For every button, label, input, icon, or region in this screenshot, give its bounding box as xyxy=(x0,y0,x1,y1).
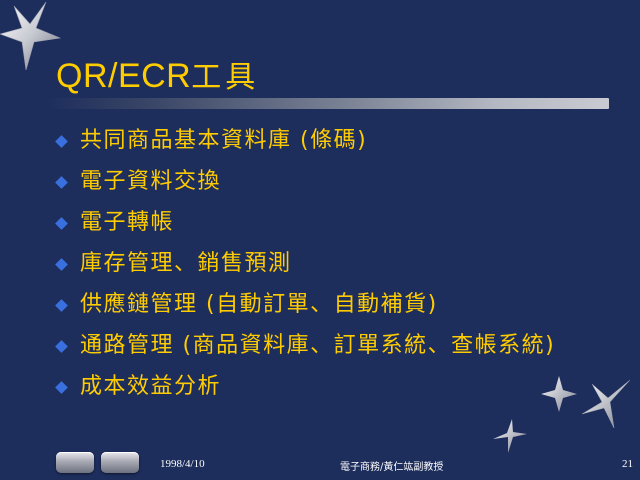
star-icon xyxy=(493,419,527,453)
slide-title: QR/ECR工具 xyxy=(56,52,259,96)
diamond-bullet-icon xyxy=(55,176,68,189)
bullet-text: 通路管理 (商品資料庫、訂單系統、查帳系統) xyxy=(80,333,556,358)
slide-number: 21 xyxy=(622,458,633,470)
bullet-text: 電子資料交換 xyxy=(80,169,222,194)
bullet-item: 庫存管理、銷售預測 xyxy=(54,249,614,279)
slide: QR/ECR工具 共同商品基本資料庫 (條碼) 電子資料交換 電子轉帳 庫存管理… xyxy=(0,0,640,480)
diamond-bullet-icon xyxy=(55,381,68,394)
bullet-list: 共同商品基本資料庫 (條碼) 電子資料交換 電子轉帳 庫存管理、銷售預測 供應鏈… xyxy=(54,126,614,413)
bullet-text: 庫存管理、銷售預測 xyxy=(80,251,292,276)
title-cjk: 工具 xyxy=(191,60,260,95)
footer-date: 1998/4/10 xyxy=(160,458,205,470)
bullet-item: 成本效益分析 xyxy=(54,372,614,402)
bullet-text: 共同商品基本資料庫 (條碼) xyxy=(80,128,368,153)
title-divider xyxy=(43,98,609,109)
bullet-item: 電子轉帳 xyxy=(54,208,614,238)
star-icon xyxy=(0,1,62,71)
bullet-item: 通路管理 (商品資料庫、訂單系統、查帳系統) xyxy=(54,331,590,361)
bullet-text: 供應鏈管理 (自動訂單、自動補貨) xyxy=(80,292,438,317)
diamond-bullet-icon xyxy=(55,135,68,148)
bullet-text: 成本效益分析 xyxy=(80,374,222,399)
title-latin: QR/ECR xyxy=(56,57,192,95)
previous-slide-button[interactable] xyxy=(56,452,94,473)
bullet-item: 供應鏈管理 (自動訂單、自動補貨) xyxy=(54,290,614,320)
next-slide-button[interactable] xyxy=(101,452,139,473)
bullet-text: 電子轉帳 xyxy=(80,210,175,235)
diamond-bullet-icon xyxy=(55,258,68,271)
footer-course: 電子商務/黃仁竑副教授 xyxy=(340,462,444,473)
diamond-bullet-icon xyxy=(55,217,68,230)
bullet-item: 共同商品基本資料庫 (條碼) xyxy=(54,126,614,156)
diamond-bullet-icon xyxy=(55,299,68,312)
bullet-item: 電子資料交換 xyxy=(54,167,614,197)
star-icon xyxy=(541,376,577,412)
star-icon xyxy=(581,379,631,429)
diamond-bullet-icon xyxy=(55,340,68,353)
